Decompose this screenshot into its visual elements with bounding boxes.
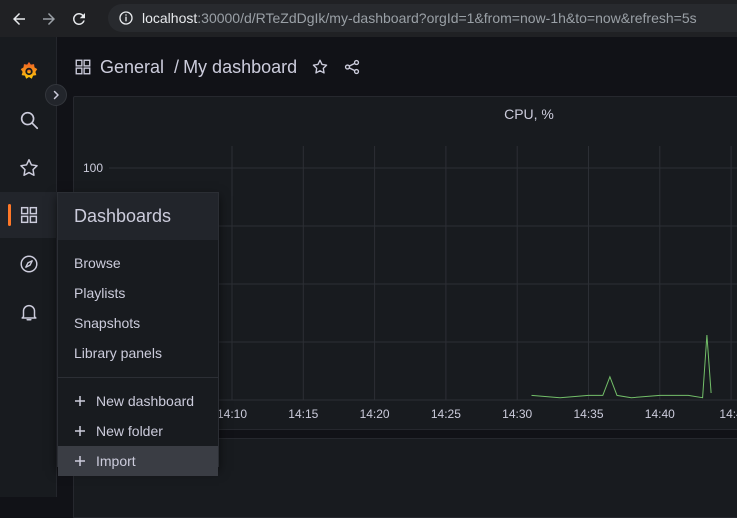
reload-icon — [72, 12, 85, 25]
arrow-left-icon — [13, 12, 25, 25]
x-tick-label: 14:10 — [217, 407, 247, 421]
x-tick-label: 14:35 — [573, 407, 603, 421]
x-tick-label: 14:30 — [502, 407, 532, 421]
menu-item-new-folder[interactable]: New folder — [58, 416, 218, 446]
explore-button[interactable] — [0, 241, 57, 287]
reload-button[interactable] — [68, 8, 90, 30]
page-title[interactable]: My dashboard — [183, 57, 297, 78]
plus-icon — [75, 456, 85, 466]
chevron-right-icon — [53, 90, 59, 100]
x-tick-label: 14:15 — [288, 407, 318, 421]
search-icon — [20, 111, 38, 130]
alerting-button[interactable] — [0, 289, 57, 335]
plus-icon — [75, 396, 85, 406]
x-tick-label: 14:4 — [719, 407, 737, 421]
expand-menu-button[interactable] — [45, 84, 67, 106]
menu-item-label: New folder — [96, 423, 163, 439]
menu-item-snapshots[interactable]: Snapshots — [58, 308, 218, 338]
menu-item-label: New dashboard — [96, 393, 195, 409]
plus-icon — [75, 426, 85, 436]
breadcrumb-folder[interactable]: General — [100, 57, 164, 78]
search-button[interactable] — [0, 97, 57, 143]
x-tick-label: 14:40 — [645, 407, 675, 421]
menu-item-browse[interactable]: Browse — [58, 248, 218, 278]
x-tick-label: 14:25 — [431, 407, 461, 421]
dashboards-grid-icon — [20, 206, 37, 224]
bell-icon — [20, 304, 37, 321]
series-line — [531, 334, 712, 399]
menu-item-new-dashboard[interactable]: New dashboard — [58, 386, 218, 416]
dashboards-dropdown: Dashboards Browse Playlists Snapshots Li… — [57, 192, 219, 476]
y-tick-label: 100 — [83, 161, 103, 175]
dashboards-button[interactable] — [0, 192, 57, 238]
dashboard-nav: General / My dashboard — [57, 37, 737, 97]
star-icon[interactable] — [311, 58, 329, 76]
dashboard-apps-icon — [75, 59, 91, 75]
dropdown-divider — [58, 377, 218, 378]
url-host: localhost — [142, 10, 198, 26]
menu-item-import[interactable]: Import — [58, 446, 218, 476]
grafana-logo-icon — [20, 61, 37, 79]
arrow-right-icon — [43, 12, 55, 25]
side-menu — [0, 37, 57, 497]
menu-item-library-panels[interactable]: Library panels — [58, 338, 218, 368]
info-icon[interactable] — [118, 10, 134, 26]
breadcrumb-separator: / — [174, 56, 180, 77]
forward-button[interactable] — [38, 8, 60, 30]
star-icon — [19, 159, 38, 176]
menu-item-label: Import — [96, 453, 136, 469]
share-icon[interactable] — [343, 58, 361, 76]
browser-toolbar: localhost:30000/d/RTeZdDgIk/my-dashboard… — [0, 0, 737, 37]
address-bar[interactable]: localhost:30000/d/RTeZdDgIk/my-dashboard… — [108, 4, 737, 32]
compass-icon — [19, 255, 38, 273]
x-tick-label: 14:20 — [360, 407, 390, 421]
back-button[interactable] — [8, 8, 30, 30]
url-path: :30000/d/RTeZdDgIk/my-dashboard?orgId=1&… — [197, 10, 697, 26]
menu-item-playlists[interactable]: Playlists — [58, 278, 218, 308]
dropdown-header[interactable]: Dashboards — [58, 193, 218, 240]
starred-button[interactable] — [0, 145, 57, 191]
